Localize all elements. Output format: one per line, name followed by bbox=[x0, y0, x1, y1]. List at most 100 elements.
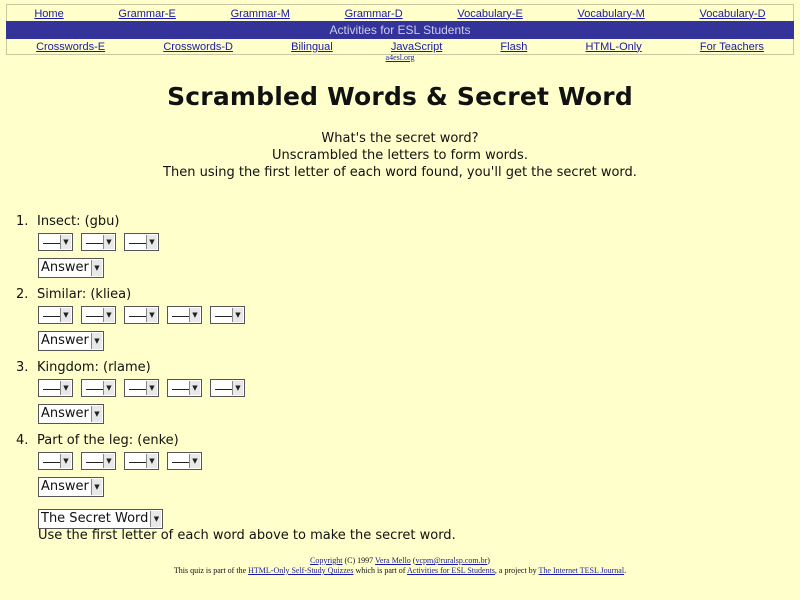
chevron-down-icon: ▼ bbox=[60, 381, 71, 395]
chevron-down-icon: ▼ bbox=[90, 260, 102, 276]
letter-select[interactable]: ▼ bbox=[38, 306, 73, 324]
letter-select[interactable]: ▼ bbox=[38, 233, 73, 251]
chevron-down-icon: ▼ bbox=[232, 381, 243, 395]
answer-select-label: Answer bbox=[41, 406, 89, 421]
site-link-row: a4esl.org bbox=[0, 53, 800, 62]
letter-select[interactable]: ▼ bbox=[167, 379, 202, 397]
answer-select[interactable]: Answer ▼ bbox=[38, 258, 104, 278]
question-number: 3. bbox=[16, 360, 29, 375]
nav-crosswords-e-link[interactable]: Crosswords-E bbox=[36, 41, 105, 53]
copyright-link[interactable]: Copyright bbox=[310, 556, 342, 565]
blank-placeholder bbox=[172, 462, 189, 463]
nav-vocabulary-d-link[interactable]: Vocabulary-D bbox=[700, 8, 766, 20]
nav-javascript-link[interactable]: JavaScript bbox=[391, 41, 442, 53]
footer-text: . bbox=[624, 566, 627, 575]
quizzes-link[interactable]: HTML-Only Self-Study Quizzes bbox=[248, 566, 353, 575]
blank-placeholder bbox=[215, 389, 232, 390]
letter-select-row: ▼ ▼ ▼ bbox=[38, 233, 716, 253]
blank-placeholder bbox=[129, 462, 146, 463]
question-text: Similar: (kliea) bbox=[37, 287, 132, 302]
blank-placeholder bbox=[43, 243, 60, 244]
question-text: Part of the leg: (enke) bbox=[37, 433, 179, 448]
chevron-down-icon: ▼ bbox=[189, 308, 200, 322]
question-text: Kingdom: (rlame) bbox=[37, 360, 151, 375]
letter-select[interactable]: ▼ bbox=[38, 379, 73, 397]
nav-bilingual-link[interactable]: Bilingual bbox=[291, 41, 333, 53]
nav-row-top: Home Grammar-E Grammar-M Grammar-D Vocab… bbox=[6, 4, 794, 22]
answer-select[interactable]: Answer ▼ bbox=[38, 404, 104, 424]
nav-flash-link[interactable]: Flash bbox=[500, 41, 527, 53]
letter-select-row: ▼ ▼ ▼ ▼ bbox=[38, 452, 716, 472]
author-email-link[interactable]: vcpm@ruralsp.com.br bbox=[415, 556, 487, 565]
footer-text: This quiz is part of the bbox=[173, 566, 249, 575]
chevron-down-icon: ▼ bbox=[90, 479, 102, 495]
letter-select[interactable]: ▼ bbox=[81, 306, 116, 324]
instructions: What's the secret word? Unscrambled the … bbox=[0, 130, 800, 181]
secret-word-dropdown[interactable]: The Secret Word ▼ bbox=[38, 509, 164, 529]
question-item: 3. Kingdom: (rlame) ▼ ▼ ▼ ▼ ▼ Answer ▼ bbox=[16, 360, 716, 424]
blank-placeholder bbox=[43, 316, 60, 317]
nav-for-teachers-link[interactable]: For Teachers bbox=[700, 41, 764, 53]
chevron-down-icon: ▼ bbox=[103, 454, 114, 468]
nav-grammar-d-link[interactable]: Grammar-D bbox=[345, 8, 403, 20]
chevron-down-icon: ▼ bbox=[103, 308, 114, 322]
answer-select-label: Answer bbox=[41, 479, 89, 494]
nav-crosswords-d-link[interactable]: Crosswords-D bbox=[163, 41, 233, 53]
chevron-down-icon: ▼ bbox=[150, 511, 162, 527]
chevron-down-icon: ▼ bbox=[146, 454, 157, 468]
letter-select[interactable]: ▼ bbox=[124, 452, 159, 470]
tesl-journal-link[interactable]: The Internet TESL Journal bbox=[539, 566, 625, 575]
blank-placeholder bbox=[215, 316, 232, 317]
nav-home-link[interactable]: Home bbox=[34, 8, 63, 20]
answer-row: Answer ▼ bbox=[38, 402, 716, 424]
chevron-down-icon: ▼ bbox=[146, 381, 157, 395]
letter-select-row: ▼ ▼ ▼ ▼ ▼ bbox=[38, 306, 716, 326]
nav-grammar-m-link[interactable]: Grammar-M bbox=[231, 8, 290, 20]
chevron-down-icon: ▼ bbox=[146, 308, 157, 322]
site-home-link[interactable]: a4esl.org bbox=[386, 53, 415, 62]
answer-select-label: Answer bbox=[41, 333, 89, 348]
blank-placeholder bbox=[86, 316, 103, 317]
activities-link[interactable]: Activities for ESL Students bbox=[407, 566, 495, 575]
secret-word-select-label: The Secret Word bbox=[41, 511, 149, 526]
nav-vocabulary-e-link[interactable]: Vocabulary-E bbox=[457, 8, 522, 20]
chevron-down-icon: ▼ bbox=[60, 454, 71, 468]
chevron-down-icon: ▼ bbox=[60, 235, 71, 249]
letter-select[interactable]: ▼ bbox=[81, 379, 116, 397]
chevron-down-icon: ▼ bbox=[232, 308, 243, 322]
letter-select[interactable]: ▼ bbox=[81, 233, 116, 251]
author-link[interactable]: Vera Mello bbox=[375, 556, 411, 565]
letter-select[interactable]: ▼ bbox=[167, 306, 202, 324]
question-item: 2. Similar: (kliea) ▼ ▼ ▼ ▼ ▼ Answer ▼ bbox=[16, 287, 716, 351]
page-title: Scrambled Words & Secret Word bbox=[167, 82, 633, 111]
secret-word-select[interactable]: The Secret Word ▼ bbox=[38, 507, 164, 529]
letter-select[interactable]: ▼ bbox=[124, 306, 159, 324]
blank-placeholder bbox=[129, 389, 146, 390]
blank-placeholder bbox=[129, 243, 146, 244]
secret-word-hint: Use the first letter of each word above … bbox=[38, 528, 456, 543]
letter-select[interactable]: ▼ bbox=[124, 233, 159, 251]
footer: Copyright (C) 1997 Vera Mello (vcpm@rura… bbox=[0, 556, 800, 576]
letter-select[interactable]: ▼ bbox=[124, 379, 159, 397]
answer-row: Answer ▼ bbox=[38, 329, 716, 351]
site-banner: Activities for ESL Students bbox=[6, 21, 794, 39]
answer-select-label: Answer bbox=[41, 260, 89, 275]
question-number: 4. bbox=[16, 433, 29, 448]
footer-text: which is part of bbox=[353, 566, 407, 575]
nav-html-only-link[interactable]: HTML-Only bbox=[585, 41, 641, 53]
footer-text: , a project by bbox=[494, 566, 539, 575]
answer-select[interactable]: Answer ▼ bbox=[38, 331, 104, 351]
nav-vocabulary-m-link[interactable]: Vocabulary-M bbox=[578, 8, 645, 20]
answer-select[interactable]: Answer ▼ bbox=[38, 477, 104, 497]
chevron-down-icon: ▼ bbox=[189, 454, 200, 468]
letter-select[interactable]: ▼ bbox=[81, 452, 116, 470]
blank-placeholder bbox=[129, 316, 146, 317]
letter-select[interactable]: ▼ bbox=[167, 452, 202, 470]
answer-row: Answer ▼ bbox=[38, 475, 716, 497]
blank-placeholder bbox=[172, 316, 189, 317]
letter-select[interactable]: ▼ bbox=[38, 452, 73, 470]
letter-select[interactable]: ▼ bbox=[210, 306, 245, 324]
blank-placeholder bbox=[86, 389, 103, 390]
letter-select[interactable]: ▼ bbox=[210, 379, 245, 397]
nav-grammar-e-link[interactable]: Grammar-E bbox=[118, 8, 175, 20]
